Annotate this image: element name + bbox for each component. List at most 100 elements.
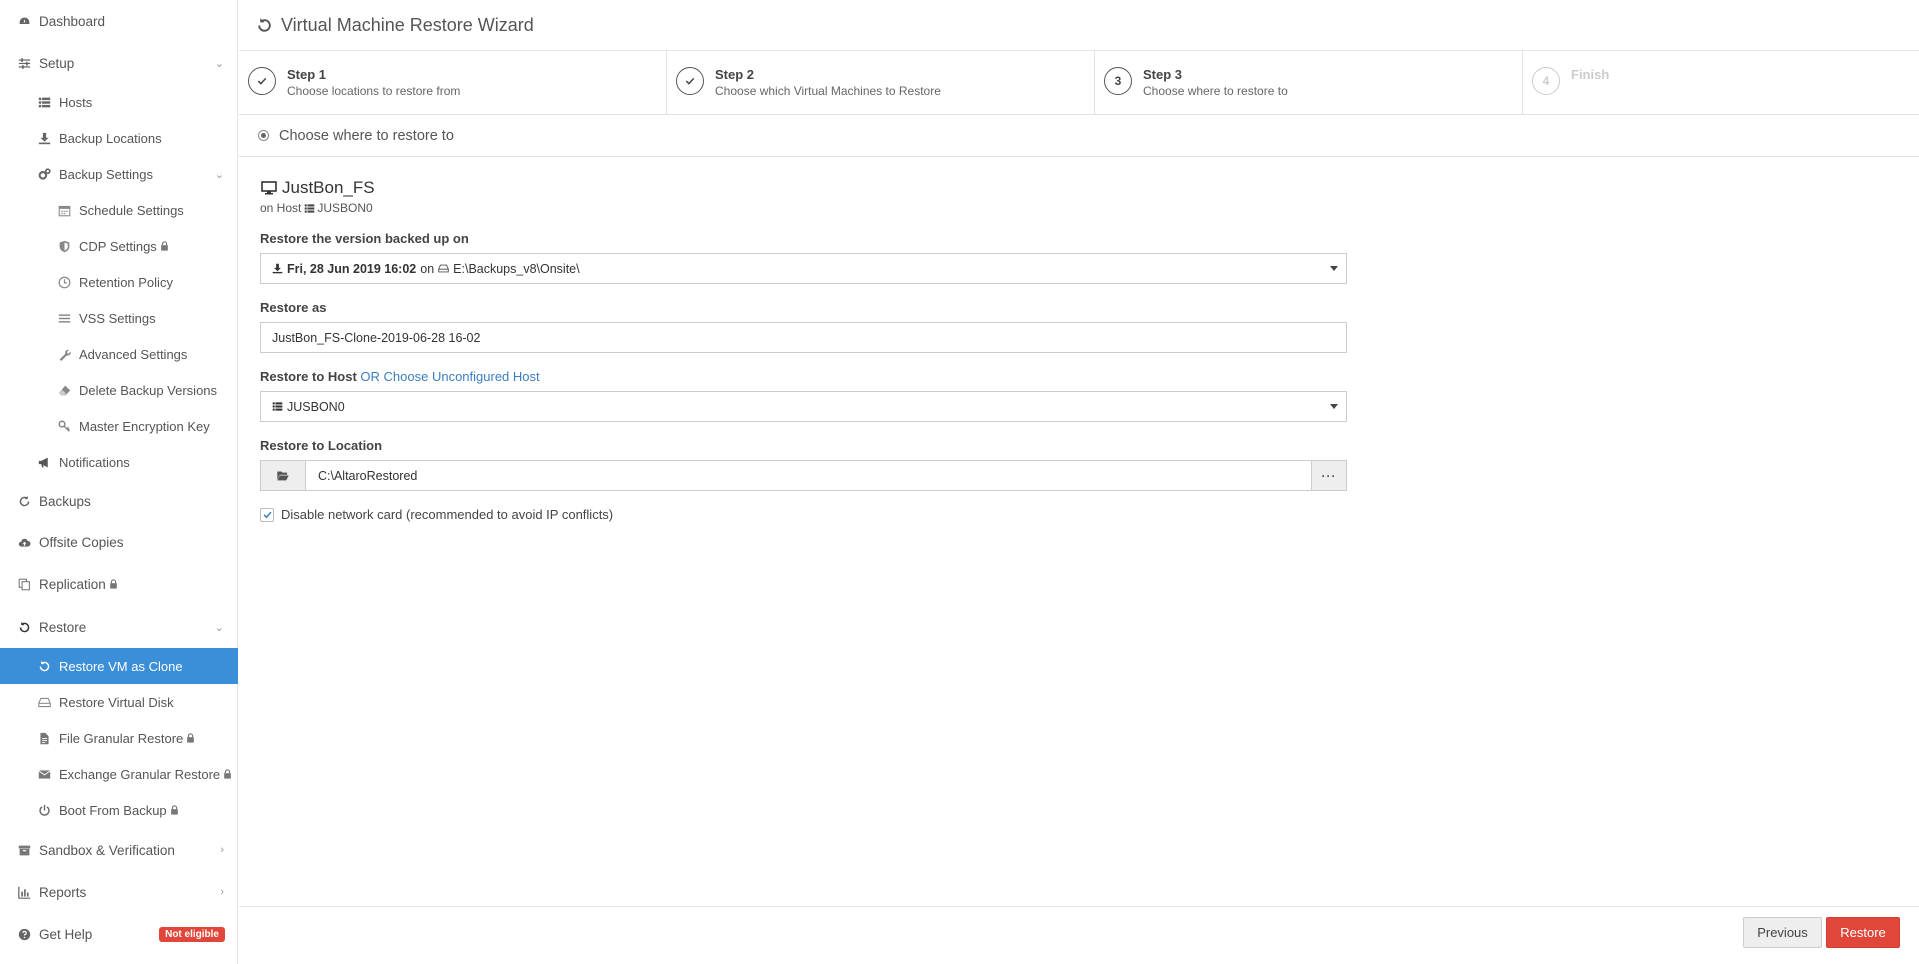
cloud-upload-icon [15, 536, 33, 549]
question-circle-icon [15, 928, 33, 941]
choose-unconfigured-host-link[interactable]: OR Choose Unconfigured Host [360, 369, 539, 384]
lock-icon [186, 731, 195, 746]
gears-icon [35, 167, 53, 181]
nav-vss-settings[interactable]: VSS Settings [0, 300, 238, 336]
hdd-icon [438, 263, 449, 274]
nav-dashboard[interactable]: Dashboard [0, 3, 238, 39]
version-select[interactable]: Fri, 28 Jun 2019 16:02 on E:\Backups_v8\… [260, 253, 1347, 284]
chevron-down-icon: ⌄ [214, 168, 224, 181]
vm-name: JustBon_FS [260, 178, 1347, 198]
wizard-step-3[interactable]: 3 Step 3 Choose where to restore to [1095, 51, 1523, 114]
undo-icon [35, 660, 53, 673]
restore-host-label-row: Restore to Host OR Choose Unconfigured H… [260, 369, 1347, 384]
key-icon [55, 419, 73, 433]
step-number: 4 [1532, 67, 1560, 95]
nav-backups-label: Backups [39, 493, 91, 509]
nav-offsite-copies[interactable]: Offsite Copies [0, 524, 238, 560]
lock-icon [109, 577, 118, 592]
nav-retention-policy-label: Retention Policy [79, 274, 173, 290]
nav-hosts[interactable]: Hosts [0, 84, 238, 120]
nav-advanced-settings[interactable]: Advanced Settings [0, 336, 238, 372]
title-bar: Virtual Machine Restore Wizard [239, 0, 1919, 51]
disable-nic-checkbox[interactable] [260, 507, 274, 522]
not-eligible-badge: Not eligible [159, 926, 225, 942]
nav-retention-policy[interactable]: Retention Policy [0, 264, 238, 300]
restore-as-input[interactable]: JustBon_FS-Clone-2019-06-28 16-02 [260, 322, 1347, 353]
version-date: Fri, 28 Jun 2019 16:02 [287, 261, 417, 276]
version-label: Restore the version backed up on [260, 231, 469, 246]
vm-host-name: JUSBON0 [317, 201, 373, 215]
nav-delete-backup-versions-label: Delete Backup Versions [79, 382, 218, 398]
caret-down-icon [1330, 404, 1338, 409]
lock-icon [223, 767, 232, 782]
page-title: Virtual Machine Restore Wizard [281, 14, 534, 35]
step-description: Choose which Virtual Machines to Restore [715, 84, 941, 98]
nav-offsite-copies-label: Offsite Copies [39, 534, 124, 550]
step-title: Finish [1571, 67, 1610, 82]
vm-name-text: JustBon_FS [282, 178, 375, 197]
step-description: Choose locations to restore from [287, 84, 461, 98]
section-title: Choose where to restore to [279, 127, 454, 144]
nav-backup-settings-label: Backup Settings [59, 166, 153, 182]
eraser-icon [55, 384, 73, 397]
wizard-step-1[interactable]: Step 1 Choose locations to restore from [239, 51, 667, 114]
restore-host-value: JUSBON0 [287, 399, 345, 414]
nav-file-granular-restore[interactable]: File Granular Restore [0, 720, 238, 756]
undo-icon [256, 17, 273, 34]
nav-restore-vm-as-clone[interactable]: Restore VM as Clone [0, 648, 238, 684]
nav-restore-vm-as-clone-label: Restore VM as Clone [59, 658, 183, 674]
calendar-icon [55, 204, 73, 217]
download-icon [272, 263, 283, 274]
nav-reports[interactable]: Reports › [0, 874, 238, 910]
restore-host-label: Restore to Host [260, 369, 357, 384]
nav-restore[interactable]: Restore ⌄ [0, 609, 238, 645]
nav-master-encryption-key-label: Master Encryption Key [79, 418, 210, 434]
nav-setup[interactable]: Setup ⌄ [0, 45, 238, 81]
nav-replication-label: Replication [39, 576, 106, 592]
restore-host-select[interactable]: JUSBON0 [260, 391, 1347, 422]
nav-dashboard-label: Dashboard [39, 13, 106, 29]
location-input-group: C:\AltaroRestored ··· [260, 460, 1347, 491]
nav-backup-locations[interactable]: Backup Locations [0, 120, 238, 156]
nav-notifications[interactable]: Notifications [0, 444, 238, 480]
nav-exchange-granular-restore[interactable]: Exchange Granular Restore [0, 756, 238, 792]
list-icon [304, 203, 315, 214]
nav-boot-from-backup[interactable]: Boot From Backup [0, 792, 238, 828]
lock-icon [170, 803, 179, 818]
restore-button[interactable]: Restore [1826, 917, 1900, 948]
disable-nic-label: Disable network card (recommended to avo… [281, 507, 614, 522]
nav-replication[interactable]: Replication [0, 566, 238, 602]
envelope-icon [35, 768, 53, 781]
nav-backup-settings[interactable]: Backup Settings ⌄ [0, 156, 238, 192]
nav-master-encryption-key[interactable]: Master Encryption Key [0, 408, 238, 444]
wizard-step-2[interactable]: Step 2 Choose which Virtual Machines to … [667, 51, 1095, 114]
browse-button[interactable]: ··· [1311, 460, 1347, 491]
main-content: Virtual Machine Restore Wizard Step 1 Ch… [239, 0, 1919, 964]
step-title: Step 3 [1143, 67, 1183, 82]
nav-restore-virtual-disk[interactable]: Restore Virtual Disk [0, 684, 238, 720]
nav-sandbox-verification[interactable]: Sandbox & Verification › [0, 832, 238, 868]
location-input[interactable]: C:\AltaroRestored [306, 460, 1311, 491]
nav-cdp-settings-label: CDP Settings [79, 238, 157, 254]
bar-chart-icon [15, 886, 33, 899]
nav-reports-label: Reports [39, 884, 87, 900]
nav-backups[interactable]: Backups [0, 483, 238, 519]
step-title: Step 2 [715, 67, 755, 82]
nav-restore-label: Restore [39, 619, 87, 635]
nav-backup-locations-label: Backup Locations [59, 130, 162, 146]
sliders-icon [15, 57, 33, 70]
copy-icon [15, 578, 33, 591]
check-icon [676, 67, 704, 95]
power-icon [35, 804, 53, 817]
location-label: Restore to Location [260, 438, 383, 453]
list-icon [35, 96, 53, 109]
nav-delete-backup-versions[interactable]: Delete Backup Versions [0, 372, 238, 408]
nav-sandbox-verification-label: Sandbox & Verification [39, 842, 175, 858]
folder-open-icon[interactable] [260, 460, 306, 491]
dashboard-icon [15, 15, 33, 28]
nav-schedule-settings[interactable]: Schedule Settings [0, 192, 238, 228]
nav-get-help[interactable]: Get Help Not eligible [0, 916, 238, 952]
nav-restore-virtual-disk-label: Restore Virtual Disk [59, 694, 174, 710]
previous-button[interactable]: Previous [1743, 917, 1822, 948]
nav-cdp-settings[interactable]: CDP Settings [0, 228, 238, 264]
